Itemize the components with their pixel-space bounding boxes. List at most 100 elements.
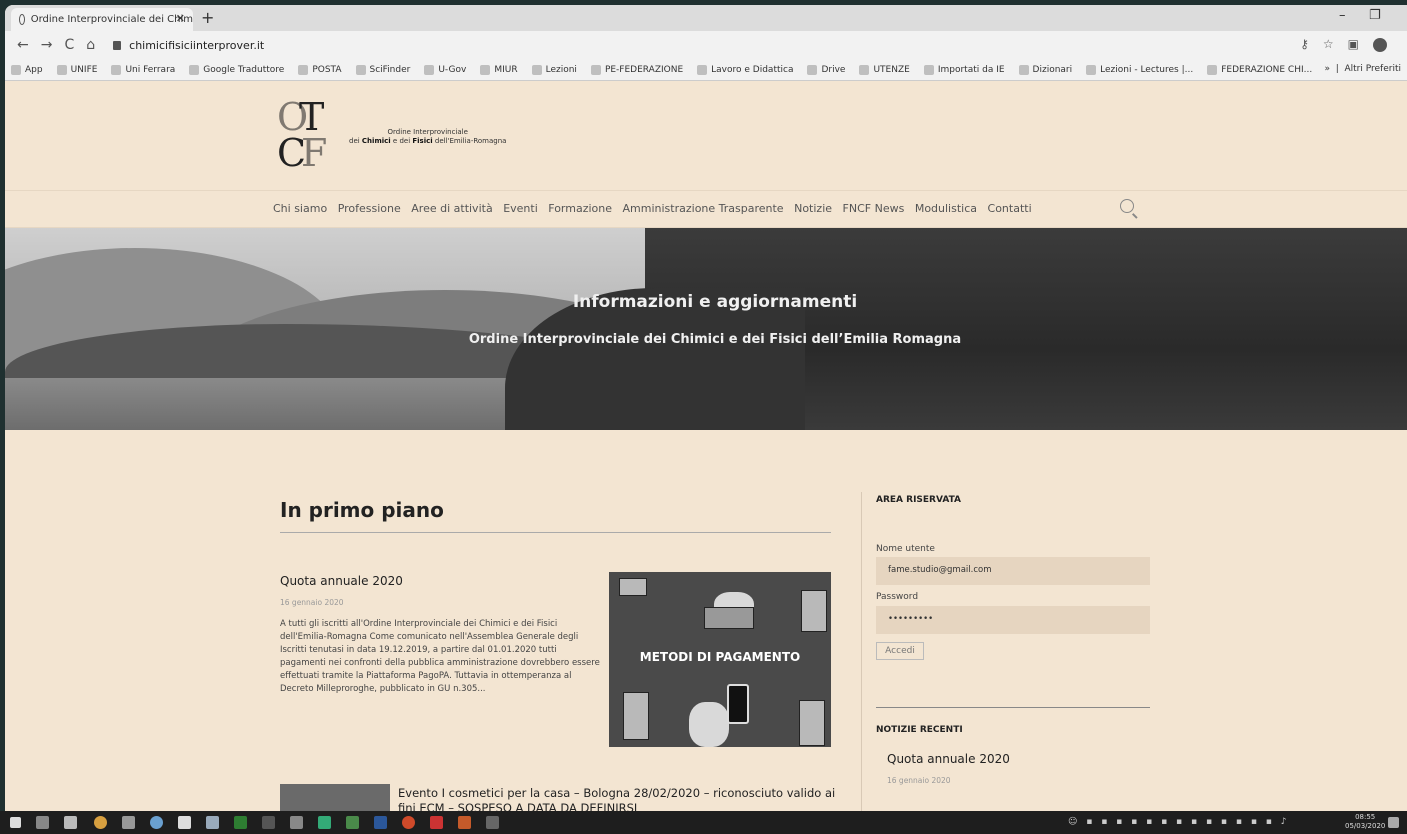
bookmark-item[interactable]: Lezioni bbox=[531, 64, 577, 75]
people-icon[interactable]: ☺ bbox=[1068, 817, 1080, 827]
site-icon bbox=[1207, 64, 1218, 75]
nav-professione[interactable]: Professione bbox=[338, 202, 401, 215]
bookmark-item[interactable]: FEDERAZIONE CHI... bbox=[1207, 64, 1312, 75]
site-logo[interactable]: O T C F Ordine Interprovinciale dei Chim… bbox=[277, 95, 507, 175]
nav-eventi[interactable]: Eventi bbox=[503, 202, 538, 215]
key-icon[interactable]: ⚷ bbox=[1300, 37, 1323, 51]
post-title-link[interactable]: Evento I cosmetici per la casa – Bologna… bbox=[398, 786, 838, 811]
excel-icon[interactable] bbox=[234, 816, 247, 829]
toolbar-icons: ⚷☆▣ bbox=[1300, 37, 1387, 52]
post-title-link[interactable]: Quota annuale 2020 bbox=[280, 574, 403, 588]
bookmark-item[interactable]: MIUR bbox=[480, 64, 518, 75]
extension-icon[interactable]: ▣ bbox=[1348, 37, 1373, 51]
app-icon[interactable] bbox=[290, 816, 303, 829]
bookmark-item[interactable]: Drive bbox=[807, 64, 845, 75]
nav-fncf-news[interactable]: FNCF News bbox=[843, 202, 905, 215]
back-icon[interactable]: ← bbox=[17, 37, 29, 53]
bookmark-item[interactable]: Uni Ferrara bbox=[111, 64, 175, 75]
mail-icon[interactable] bbox=[122, 816, 135, 829]
notifications-icon[interactable] bbox=[1388, 817, 1399, 828]
username-field[interactable]: fame.studio@gmail.com bbox=[876, 557, 1150, 585]
nav-contatti[interactable]: Contatti bbox=[988, 202, 1032, 215]
app-icon[interactable] bbox=[486, 816, 499, 829]
star-icon[interactable]: ☆ bbox=[1323, 37, 1348, 51]
app-icon[interactable] bbox=[178, 816, 191, 829]
clock[interactable]: 08:55 05/03/2020 bbox=[1345, 813, 1385, 831]
bookmark-item[interactable]: POSTA bbox=[298, 64, 342, 75]
hero-banner: Informazioni e aggiornamenti Ordine Inte… bbox=[5, 228, 1407, 430]
close-tab-icon[interactable]: ✕ bbox=[176, 12, 185, 25]
nav-notizie[interactable]: Notizie bbox=[794, 202, 832, 215]
bookmark-item[interactable]: Lezioni - Lectures |... bbox=[1086, 64, 1193, 75]
avatar[interactable] bbox=[1373, 37, 1387, 52]
area-riservata-heading: AREA RISERVATA bbox=[876, 495, 962, 505]
bookmarks-right: » | Altri Preferiti bbox=[1324, 64, 1402, 74]
chrome-icon[interactable] bbox=[402, 816, 415, 829]
reload-icon[interactable]: C bbox=[64, 37, 74, 53]
tab-title: Ordine Interprovinciale dei Chim bbox=[30, 14, 193, 25]
volume-icon[interactable]: ♪ bbox=[1281, 817, 1290, 827]
site-icon bbox=[480, 64, 491, 75]
nav-modulistica[interactable]: Modulistica bbox=[915, 202, 977, 215]
post-thumbnail[interactable] bbox=[280, 784, 390, 811]
hero-subtitle: Ordine Interprovinciale dei Chimici e de… bbox=[468, 332, 962, 347]
app-icon[interactable] bbox=[318, 816, 331, 829]
word-icon[interactable] bbox=[374, 816, 387, 829]
image-label: METODI DI PAGAMENTO bbox=[639, 650, 801, 664]
taskbar: ☺ ▪ ▪ ▪ ▪ ▪ ▪ ▪ ▪ ▪ ▪ ▪ ▪ ▪ ♪ 08:55 05/0… bbox=[0, 811, 1407, 834]
folder-icon bbox=[923, 64, 934, 75]
firefox-icon[interactable] bbox=[94, 816, 107, 829]
home-icon[interactable]: ⌂ bbox=[86, 37, 95, 53]
more-bookmarks-button[interactable]: » bbox=[1325, 64, 1331, 74]
main-navigation: Chi siamo Professione Aree di attività E… bbox=[5, 190, 1407, 228]
bookmark-item[interactable]: Google Traduttore bbox=[189, 64, 284, 75]
news-item-link[interactable]: Quota annuale 2020 bbox=[887, 752, 1010, 766]
login-button[interactable]: Accedi bbox=[876, 642, 924, 660]
bookmark-item[interactable]: Importati da IE bbox=[923, 64, 1005, 75]
restore-icon[interactable]: ❐ bbox=[1369, 8, 1381, 23]
banknote-shape bbox=[704, 607, 754, 629]
bookmark-item[interactable]: UTENZE bbox=[859, 64, 910, 75]
minimize-icon[interactable]: – bbox=[1339, 8, 1346, 23]
windows-start-icon[interactable] bbox=[10, 817, 21, 828]
apps-icon bbox=[11, 64, 21, 75]
bookmark-item[interactable]: App bbox=[11, 64, 43, 75]
app-icon[interactable] bbox=[262, 816, 275, 829]
acrobat-icon[interactable] bbox=[430, 816, 443, 829]
bookmark-item[interactable]: UNIFE bbox=[56, 64, 97, 75]
site-icon bbox=[531, 64, 542, 75]
app-icon[interactable] bbox=[346, 816, 359, 829]
nav-amministrazione[interactable]: Amministrazione Trasparente bbox=[623, 202, 784, 215]
bookmark-item[interactable]: SciFinder bbox=[355, 64, 410, 75]
app-icon[interactable] bbox=[206, 816, 219, 829]
store-icon[interactable] bbox=[64, 816, 77, 829]
powerpoint-icon[interactable] bbox=[458, 816, 471, 829]
bookmark-item[interactable]: U-Gov bbox=[424, 64, 466, 75]
url-field[interactable]: chimicifisiciinterprover.it bbox=[113, 39, 264, 52]
bookmark-item[interactable]: PE-FEDERAZIONE bbox=[590, 64, 683, 75]
password-field[interactable]: ••••••••• bbox=[876, 606, 1150, 634]
post-image[interactable]: METODI DI PAGAMENTO bbox=[609, 572, 831, 747]
nav-aree-attivita[interactable]: Aree di attività bbox=[411, 202, 492, 215]
browser-tab[interactable]: Ordine Interprovinciale dei Chim ✕ bbox=[11, 8, 193, 31]
logo-mark-icon: O T C F bbox=[277, 95, 328, 175]
phone-shape bbox=[727, 684, 749, 724]
nav-formazione[interactable]: Formazione bbox=[548, 202, 612, 215]
forest-shape bbox=[505, 228, 1407, 430]
task-view-icon[interactable] bbox=[36, 816, 49, 829]
sidebar: AREA RISERVATA Nome utente fame.studio@g… bbox=[861, 492, 1151, 811]
search-icon[interactable] bbox=[1120, 199, 1134, 213]
logo-text: Ordine Interprovinciale dei Chimici e de… bbox=[349, 128, 507, 145]
terminal-shape bbox=[801, 590, 827, 632]
folder-icon bbox=[859, 64, 870, 75]
bookmark-item[interactable]: Dizionari bbox=[1018, 64, 1072, 75]
hand-shape bbox=[689, 702, 729, 747]
site-icon bbox=[355, 64, 366, 75]
bookmark-item[interactable]: Lavoro e Didattica bbox=[697, 64, 793, 75]
other-bookmarks-button[interactable]: Altri Preferiti bbox=[1345, 64, 1402, 74]
edge-icon[interactable] bbox=[150, 816, 163, 829]
tray-icons[interactable]: ▪ ▪ ▪ ▪ ▪ ▪ ▪ ▪ ▪ ▪ ▪ ▪ ▪ bbox=[1086, 817, 1275, 827]
new-tab-icon[interactable]: + bbox=[201, 8, 214, 27]
forward-icon[interactable]: → bbox=[41, 37, 53, 53]
nav-chi-siamo[interactable]: Chi siamo bbox=[273, 202, 327, 215]
